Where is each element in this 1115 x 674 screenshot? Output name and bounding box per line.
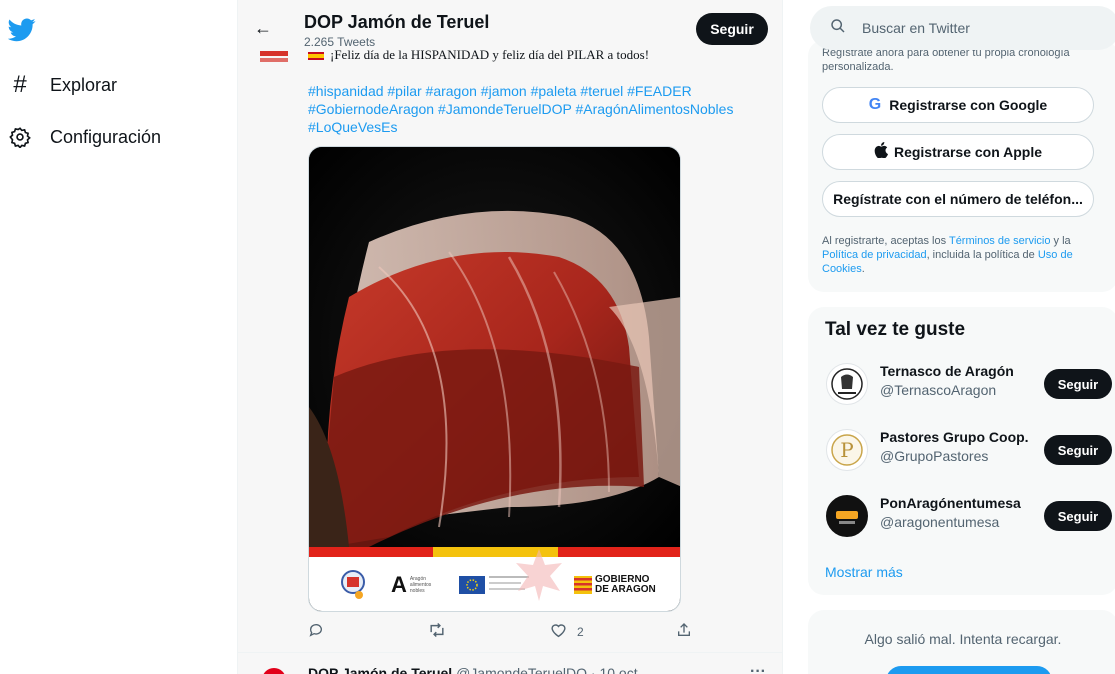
watermark-star [514,549,564,601]
google-icon: G [868,96,882,113]
signup-google-button[interactable]: G Registrarse con Google [822,87,1094,123]
twitter-bird-icon[interactable] [7,18,36,42]
search-input[interactable] [862,20,1082,36]
search-icon [830,18,846,38]
stripe-red [557,547,680,557]
error-card: Algo salió mal. Intenta recargar. [808,610,1115,674]
suggested-account[interactable]: PonAragónentumesa @aragonentumesa Seguir [808,489,1115,541]
retweet-icon [428,622,446,642]
search-bar[interactable] [810,6,1115,50]
more-options-icon[interactable]: ··· [750,663,766,674]
like-button[interactable]: 2 [550,622,584,642]
avatar[interactable]: P [826,429,868,471]
follow-button[interactable]: Seguir [1044,501,1112,531]
account-name: Ternasco de Aragón [880,363,1014,379]
follow-button[interactable]: Seguir [1044,435,1112,465]
share-icon [676,622,692,642]
next-tweet[interactable]: DOP Jamón de Teruel @JamondeTeruelDO · 1… [238,652,782,674]
nav-item-label: Configuración [50,126,162,147]
like-count: 2 [577,625,584,639]
timeline-column: ← DOP Jamón de Teruel 2.265 Tweets Segui… [237,0,783,674]
who-to-follow-title: Tal vez te guste [825,319,966,340]
signup-apple-button[interactable]: Registrarse con Apple [822,134,1094,170]
profile-name: DOP Jamón de Teruel [304,12,490,32]
svg-text:P: P [840,438,853,462]
gear-icon [8,125,32,149]
avatar[interactable] [826,363,868,405]
error-message: Algo salió mal. Intenta recargar. [864,631,1062,647]
back-arrow-icon[interactable]: ← [254,18,272,39]
nav-item-explore[interactable]: # Explorar [8,70,117,100]
suggested-account[interactable]: Ternasco de Aragón @TernascoAragon Segui… [808,357,1115,409]
account-handle: @GrupoPastores [880,448,989,464]
heart-icon [550,622,567,642]
flag-stripe [309,547,680,557]
next-tweet-author: DOP Jamón de Teruel @JamondeTeruelDO · 1… [308,665,642,674]
show-more-link[interactable]: Mostrar más [825,564,903,580]
dop-logo [339,569,367,601]
share-button[interactable] [676,622,692,642]
signup-prompt: Regístrate ahora para obtener tu propia … [822,47,1070,73]
apple-icon [874,142,888,162]
stripe-red [309,547,434,557]
spain-flag-icon [308,52,324,61]
gobierno-aragon-logo: GOBIERNO DE ARAGON [574,569,656,601]
account-name: PonAragónentumesa [880,495,1021,511]
left-navigation: # Explorar Configuración [0,0,236,674]
nav-item-label: Explorar [50,74,118,95]
account-name: Pastores Grupo Coop. [880,429,1029,445]
suggested-account[interactable]: P Pastores Grupo Coop. @GrupoPastores Se… [808,423,1115,475]
hash-icon: # [13,71,27,98]
who-to-follow-card: Tal vez te guste Ternasco de Aragón @Ter… [808,307,1115,595]
terms-link[interactable]: Términos de servicio [949,235,1050,247]
sponsor-logos: A Aragón alimentos nobles GOBIERNO DE AR… [309,549,680,611]
reply-icon [308,622,324,642]
avatar[interactable] [826,495,868,537]
ham-photo [309,147,680,547]
hashtags-line[interactable]: #LoQueVesEs [308,118,768,136]
tweet-media[interactable]: A Aragón alimentos nobles GOBIERNO DE AR… [308,146,681,612]
tweet-avatar[interactable] [256,50,292,64]
privacy-link[interactable]: Política de privacidad [822,249,927,261]
hashtags-line[interactable]: #hispanidad #pilar #aragon #jamon #palet… [308,82,768,100]
legal-text: Al registrarte, aceptas los Términos de … [822,235,1073,275]
follow-button[interactable]: Seguir [696,13,768,45]
reply-button[interactable] [308,622,324,642]
signup-card: Regístrate ahora para obtener tu propia … [808,40,1115,292]
nav-item-settings[interactable]: Configuración [8,122,161,152]
signup-phone-button[interactable]: Regístrate con el número de teléfon... [822,181,1094,217]
retry-button[interactable] [886,666,1052,674]
retweet-button[interactable] [428,622,446,642]
follow-button[interactable]: Seguir [1044,369,1112,399]
avatar[interactable] [262,668,286,674]
profile-header: ← DOP Jamón de Teruel 2.265 Tweets Segui… [238,0,782,50]
aragon-alimentos-logo: A Aragón alimentos nobles [391,572,432,597]
tweets-count: 2.265 Tweets [304,35,376,49]
tweet-hashtags[interactable]: #hispanidad #pilar #aragon #jamon #palet… [308,82,768,136]
right-sidebar: Regístrate ahora para obtener tu propia … [808,0,1115,674]
hashtags-line[interactable]: #GobiernodeAragon #JamondeTeruelDOP #Ara… [308,100,768,118]
account-handle: @aragonentumesa [880,514,1000,530]
account-handle: @TernascoAragon [880,382,997,398]
tweet-actions: 2 [308,622,708,642]
